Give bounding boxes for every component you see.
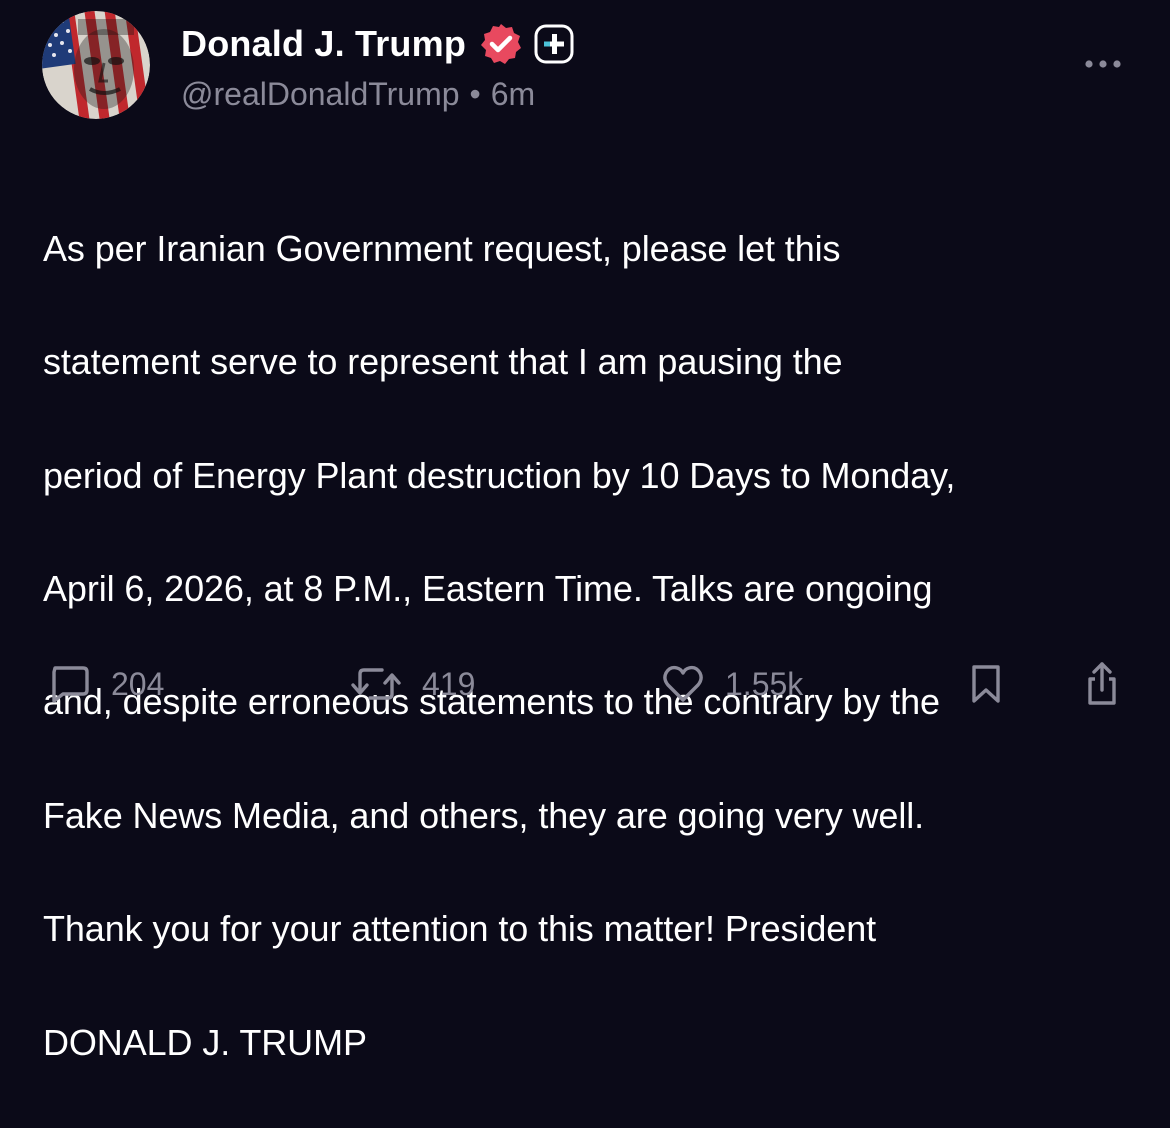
author-display-name[interactable]: Donald J. Trump bbox=[181, 23, 466, 65]
post-body-line: Fake News Media, and others, they are go… bbox=[43, 794, 925, 836]
post-body: As per Iranian Government request, pleas… bbox=[43, 164, 1143, 1128]
repost-icon bbox=[350, 662, 402, 706]
post-body-line: period of Energy Plant destruction by 10… bbox=[43, 454, 956, 496]
comment-icon bbox=[47, 662, 91, 706]
heart-icon bbox=[661, 662, 705, 706]
author-name-row: Donald J. Trump bbox=[181, 20, 575, 68]
verified-badge-icon bbox=[479, 22, 523, 66]
post-body-line: As per Iranian Government request, pleas… bbox=[43, 227, 841, 269]
share-icon bbox=[1082, 661, 1122, 707]
repost-count: 419 bbox=[422, 665, 476, 702]
post-body-line: DONALD J. TRUMP bbox=[43, 1021, 367, 1063]
author-handle[interactable]: @realDonaldTrump bbox=[181, 76, 460, 113]
post-body-line: April 6, 2026, at 8 P.M., Eastern Time. … bbox=[43, 567, 933, 609]
post-body-line: statement serve to represent that I am p… bbox=[43, 341, 843, 383]
reply-count: 204 bbox=[111, 665, 165, 702]
post-timestamp[interactable]: 6m bbox=[491, 76, 535, 113]
reply-button[interactable]: 204 bbox=[47, 656, 164, 712]
post-card: Donald J. Trump @realDonaldTrump • 6m As… bbox=[0, 0, 1170, 1063]
like-count: 1.55k bbox=[725, 665, 804, 702]
like-button[interactable]: 1.55k bbox=[661, 656, 803, 712]
bookmark-button[interactable] bbox=[966, 656, 1006, 712]
share-button[interactable] bbox=[1082, 656, 1122, 712]
bookmark-icon bbox=[966, 662, 1006, 706]
repost-button[interactable]: 419 bbox=[350, 656, 475, 712]
plus-badge-icon[interactable] bbox=[533, 23, 575, 65]
author-avatar[interactable] bbox=[42, 11, 150, 119]
more-dots-icon[interactable] bbox=[1082, 52, 1124, 76]
handle-separator: • bbox=[469, 76, 481, 112]
post-body-line: Thank you for your attention to this mat… bbox=[43, 908, 877, 950]
post-actions-bar: 204 419 1.55k bbox=[0, 656, 1170, 712]
author-handle-row: @realDonaldTrump • 6m bbox=[181, 76, 535, 113]
